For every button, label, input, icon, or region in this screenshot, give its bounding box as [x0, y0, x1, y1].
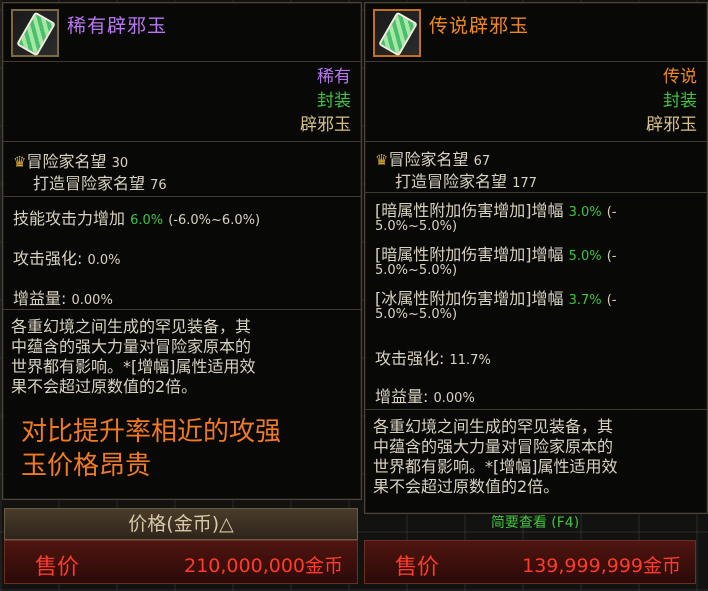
item-description: 各重幻境之间生成的罕见装备，其 中蕴含的强大力量对冒险家原本的 世界都有影响。*…	[373, 417, 618, 496]
quick-view-hint[interactable]: 简要查看 (F4)	[364, 512, 706, 528]
type-label: 辟邪玉	[646, 115, 697, 135]
rare-item-tooltip: 稀有辟邪玉 稀有 封装 辟邪玉 ♛冒险家名望 30 打造冒险家名望 76 技能攻…	[2, 2, 362, 500]
stat-row: 增益量: 0.00%	[375, 387, 475, 406]
stat-range: 5.0%~5.0%)	[375, 219, 458, 234]
item-title: 稀有辟邪玉	[67, 15, 168, 37]
stat-row: [暗属性附加伤害增加]增幅 3.0% (-	[375, 201, 617, 220]
item-type-section: 传说 封装 辟邪玉	[365, 61, 707, 142]
stats-section: [暗属性附加伤害增加]增幅 3.0% (- 5.0%~5.0%) [暗属性附加伤…	[365, 193, 707, 410]
sale-label: 售价	[35, 555, 80, 580]
item-title: 传说辟邪玉	[429, 15, 530, 37]
craft-fame-row: 打造冒险家名望 177	[395, 172, 537, 191]
item-description: 各重幻境之间生成的罕见装备，其 中蕴含的强大力量对冒险家原本的 世界都有影响。*…	[11, 317, 256, 396]
sale-price: 139,999,999金币	[522, 555, 681, 577]
crown-icon: ♛	[375, 151, 389, 169]
sealed-label: 封装	[317, 91, 351, 111]
stat-row: [冰属性附加伤害增加]增幅 3.7% (-	[375, 289, 617, 308]
legendary-gem-icon	[373, 9, 421, 57]
tooltip-header: 稀有辟邪玉	[3, 3, 361, 62]
rarity-label: 稀有	[317, 67, 351, 87]
rare-gem-icon	[11, 9, 59, 57]
fame-section: ♛冒险家名望 30 打造冒险家名望 76	[3, 142, 361, 197]
fame-row: ♛冒险家名望 30	[13, 152, 129, 171]
tooltip-header: 传说辟邪玉	[365, 3, 707, 62]
stat-row: [暗属性附加伤害增加]增幅 5.0% (-	[375, 245, 617, 264]
price-sort-header[interactable]: 价格(金币)△	[4, 508, 358, 540]
comparison-annotation: 对比提升率相近的攻强 玉价格昂贵	[21, 417, 282, 481]
type-label: 辟邪玉	[300, 115, 351, 135]
sale-price-row: 售价 139,999,999金币	[364, 540, 696, 584]
sale-label: 售价	[395, 555, 440, 580]
stat-row: 攻击强化: 11.7%	[375, 349, 491, 368]
stat-range: 5.0%~5.0%)	[375, 263, 458, 278]
sale-price-row: 售价 210,000,000金币	[4, 540, 358, 584]
rarity-label: 传说	[663, 67, 697, 87]
craft-fame-row: 打造冒险家名望 76	[33, 174, 167, 193]
sale-price: 210,000,000金币	[184, 555, 343, 577]
crown-icon: ♛	[13, 153, 27, 171]
stat-row: 技能攻击力增加 6.0% (-6.0%~6.0%)	[13, 209, 261, 228]
stat-row: 增益量: 0.00%	[13, 289, 113, 308]
sealed-label: 封装	[663, 91, 697, 111]
legendary-item-tooltip: 传说辟邪玉 传说 封装 辟邪玉 ♛冒险家名望 67 打造冒险家名望 177 [暗…	[364, 2, 708, 514]
fame-row: ♛冒险家名望 67	[375, 150, 491, 169]
fame-section: ♛冒险家名望 67 打造冒险家名望 177	[365, 142, 707, 193]
stat-range: 5.0%~5.0%)	[375, 307, 458, 322]
item-type-section: 稀有 封装 辟邪玉	[3, 61, 361, 142]
stats-section: 技能攻击力增加 6.0% (-6.0%~6.0%) 攻击强化: 0.0% 增益量…	[3, 197, 361, 310]
stat-row: 攻击强化: 0.0%	[13, 249, 121, 268]
